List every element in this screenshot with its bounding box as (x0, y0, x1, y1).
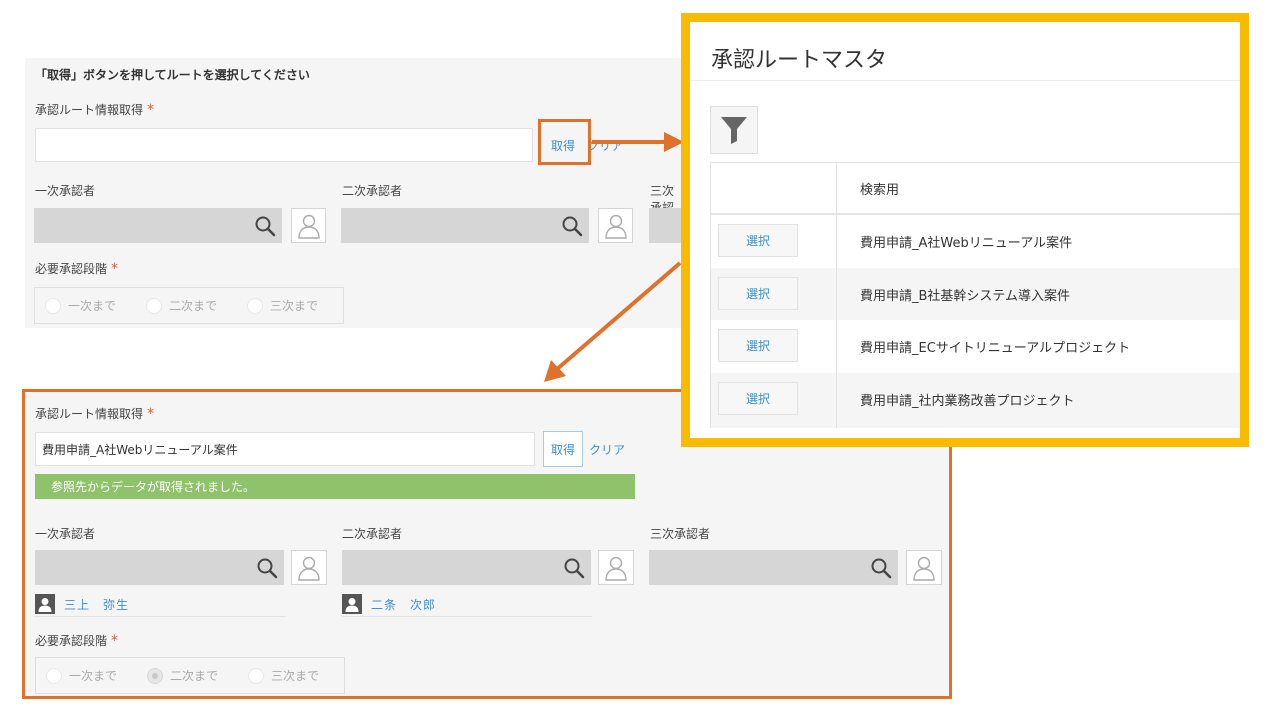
user-silhouette-icon (38, 598, 52, 612)
radio-circle-selected (147, 667, 163, 684)
first-approver-field[interactable] (35, 550, 249, 585)
filter-icon (721, 117, 747, 144)
route-table: 検索用 選択 費用申請_A社Webリニューアル案件 選択 費用申請_B社基幹シス… (710, 162, 1240, 428)
radio-circle (248, 667, 264, 684)
route-info-label: 承認ルート情報取得 * (35, 406, 155, 422)
third-approver-field[interactable] (649, 550, 863, 585)
search-icon (564, 558, 584, 578)
success-message: 参照先からデータが取得されました。 (35, 474, 635, 499)
user-icon (298, 556, 320, 581)
second-approver-search-button[interactable] (556, 550, 591, 585)
get-button[interactable]: 取得 (543, 431, 583, 467)
divider (35, 616, 285, 617)
arrow-to-result (554, 261, 682, 372)
table-row: 選択 費用申請_社内業務改善プロジェクト (710, 373, 1240, 428)
select-button[interactable]: 選択 (718, 382, 798, 415)
first-approver-chip[interactable]: 三上 弥生 (35, 594, 129, 614)
third-approver-search-button[interactable] (863, 550, 898, 585)
stage-radio-group: 一次まで 二次まで 三次まで (35, 657, 345, 694)
third-approver-label: 三次承認者 (650, 527, 711, 541)
search-icon (257, 558, 277, 578)
divider (710, 162, 1240, 163)
stage-label: 必要承認段階 * (35, 633, 119, 649)
second-approver-label: 二次承認者 (342, 527, 403, 541)
table-row: 選択 費用申請_B社基幹システム導入案件 (710, 268, 1240, 320)
stage-option-2[interactable]: 二次まで (147, 667, 218, 684)
first-approver-search-button[interactable] (249, 550, 284, 585)
select-button[interactable]: 選択 (718, 329, 798, 362)
required-mark: * (111, 633, 119, 649)
select-button[interactable]: 選択 (718, 224, 798, 257)
route-master-dialog: 承認ルートマスタ 検索用 選択 費用申請_A社Webリニューアル案件 選択 費用… (681, 13, 1249, 447)
second-approver-user-button[interactable] (598, 550, 634, 585)
stage-option-1[interactable]: 一次まで (46, 667, 117, 684)
avatar-icon (342, 594, 362, 614)
table-row: 選択 費用申請_ECサイトリニューアルプロジェクト (710, 320, 1240, 372)
route-name: 費用申請_社内業務改善プロジェクト (860, 394, 1075, 409)
divider (342, 616, 592, 617)
user-icon (605, 556, 627, 581)
column-header-search: 検索用 (860, 183, 900, 198)
second-approver-name[interactable]: 二条 次郎 (371, 596, 436, 613)
required-mark: * (147, 406, 155, 422)
second-approver-chip[interactable]: 二条 次郎 (342, 594, 436, 614)
clear-link[interactable]: クリア (589, 433, 633, 465)
select-button[interactable]: 選択 (718, 277, 798, 310)
user-icon (913, 556, 935, 581)
second-approver-field[interactable] (342, 550, 556, 585)
radio-circle (46, 667, 62, 684)
route-name: 費用申請_A社Webリニューアル案件 (860, 236, 1073, 251)
route-info-input[interactable]: 費用申請_A社Webリニューアル案件 (35, 432, 535, 466)
filter-button[interactable] (710, 106, 758, 154)
user-silhouette-icon (345, 598, 359, 612)
avatar-icon (35, 594, 55, 614)
first-approver-name[interactable]: 三上 弥生 (64, 596, 129, 613)
route-name: 費用申請_ECサイトリニューアルプロジェクト (860, 341, 1131, 356)
first-approver-user-button[interactable] (291, 550, 327, 585)
route-name: 費用申請_B社基幹システム導入案件 (860, 289, 1071, 304)
dialog-title: 承認ルートマスタ (711, 48, 888, 73)
first-approver-label: 一次承認者 (35, 527, 96, 541)
stage-option-3[interactable]: 三次まで (248, 667, 319, 684)
divider (690, 80, 1240, 81)
third-approver-user-button[interactable] (906, 550, 942, 585)
search-icon (871, 558, 891, 578)
table-row: 選択 費用申請_A社Webリニューアル案件 (710, 215, 1240, 267)
